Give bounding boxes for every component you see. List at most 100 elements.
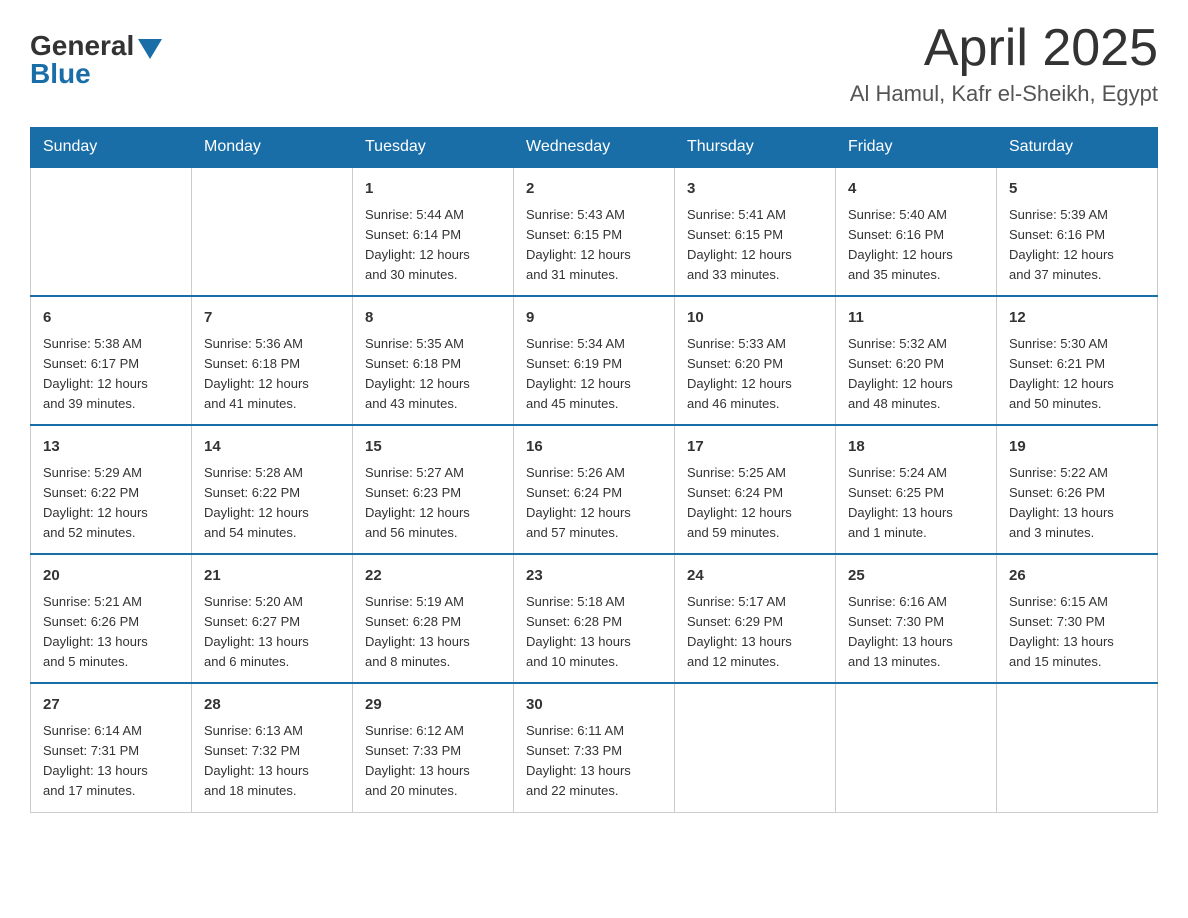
calendar-cell: 29 Sunrise: 6:12 AM Sunset: 7:33 PM Dayli… <box>353 683 514 812</box>
day-number: 23 <box>526 565 662 588</box>
day-info: Sunrise: 5:19 AM Sunset: 6:28 PM Dayligh… <box>365 592 501 673</box>
calendar-cell: 24 Sunrise: 5:17 AM Sunset: 6:29 PM Dayli… <box>675 554 836 683</box>
calendar-cell: 22 Sunrise: 5:19 AM Sunset: 6:28 PM Dayli… <box>353 554 514 683</box>
day-info: Sunrise: 6:11 AM Sunset: 7:33 PM Dayligh… <box>526 721 662 802</box>
day-info: Sunrise: 5:43 AM Sunset: 6:15 PM Dayligh… <box>526 205 662 286</box>
day-info: Sunrise: 5:33 AM Sunset: 6:20 PM Dayligh… <box>687 334 823 415</box>
calendar-cell: 14 Sunrise: 5:28 AM Sunset: 6:22 PM Dayli… <box>192 425 353 554</box>
day-number: 25 <box>848 565 984 588</box>
calendar-header-day: Saturday <box>997 128 1158 168</box>
calendar-cell <box>997 683 1158 812</box>
calendar-cell: 2 Sunrise: 5:43 AM Sunset: 6:15 PM Daylig… <box>514 167 675 296</box>
day-info: Sunrise: 6:13 AM Sunset: 7:32 PM Dayligh… <box>204 721 340 802</box>
calendar-cell: 3Sunrise: 5:41 AM Sunset: 6:15 PM Daylig… <box>675 167 836 296</box>
calendar-week-row: 1Sunrise: 5:44 AM Sunset: 6:14 PM Daylig… <box>31 167 1158 296</box>
calendar-cell: 7 Sunrise: 5:36 AM Sunset: 6:18 PM Daylig… <box>192 296 353 425</box>
day-info: Sunrise: 5:36 AM Sunset: 6:18 PM Dayligh… <box>204 334 340 415</box>
calendar-cell: 13 Sunrise: 5:29 AM Sunset: 6:22 PM Dayli… <box>31 425 192 554</box>
day-number: 19 <box>1009 436 1145 459</box>
day-info: Sunrise: 5:26 AM Sunset: 6:24 PM Dayligh… <box>526 463 662 544</box>
calendar-cell: 19Sunrise: 5:22 AM Sunset: 6:26 PM Dayli… <box>997 425 1158 554</box>
day-number: 24 <box>687 565 823 588</box>
day-info: Sunrise: 5:39 AM Sunset: 6:16 PM Dayligh… <box>1009 205 1145 286</box>
day-info: Sunrise: 5:25 AM Sunset: 6:24 PM Dayligh… <box>687 463 823 544</box>
day-number: 7 <box>204 307 340 330</box>
calendar-week-row: 20 Sunrise: 5:21 AM Sunset: 6:26 PM Dayli… <box>31 554 1158 683</box>
day-info: Sunrise: 5:28 AM Sunset: 6:22 PM Dayligh… <box>204 463 340 544</box>
day-info: Sunrise: 5:40 AM Sunset: 6:16 PM Dayligh… <box>848 205 984 286</box>
calendar-cell <box>192 167 353 296</box>
calendar-cell: 26 Sunrise: 6:15 AM Sunset: 7:30 PM Dayli… <box>997 554 1158 683</box>
logo-blue-text: Blue <box>30 58 91 90</box>
main-title: April 2025 <box>850 20 1158 77</box>
day-info: Sunrise: 6:15 AM Sunset: 7:30 PM Dayligh… <box>1009 592 1145 673</box>
calendar-cell: 4Sunrise: 5:40 AM Sunset: 6:16 PM Daylig… <box>836 167 997 296</box>
calendar-week-row: 13 Sunrise: 5:29 AM Sunset: 6:22 PM Dayli… <box>31 425 1158 554</box>
day-number: 28 <box>204 694 340 717</box>
title-block: April 2025 Al Hamul, Kafr el-Sheikh, Egy… <box>850 20 1158 107</box>
calendar-header-day: Thursday <box>675 128 836 168</box>
day-number: 5 <box>1009 178 1145 201</box>
day-info: Sunrise: 5:21 AM Sunset: 6:26 PM Dayligh… <box>43 592 179 673</box>
day-number: 6 <box>43 307 179 330</box>
day-number: 8 <box>365 307 501 330</box>
day-number: 17 <box>687 436 823 459</box>
day-number: 11 <box>848 307 984 330</box>
calendar-header-row: SundayMondayTuesdayWednesdayThursdayFrid… <box>31 128 1158 168</box>
calendar-cell: 25 Sunrise: 6:16 AM Sunset: 7:30 PM Dayli… <box>836 554 997 683</box>
calendar-cell: 10 Sunrise: 5:33 AM Sunset: 6:20 PM Dayli… <box>675 296 836 425</box>
calendar-week-row: 6 Sunrise: 5:38 AM Sunset: 6:17 PM Daylig… <box>31 296 1158 425</box>
day-info: Sunrise: 5:17 AM Sunset: 6:29 PM Dayligh… <box>687 592 823 673</box>
calendar-cell: 20 Sunrise: 5:21 AM Sunset: 6:26 PM Dayli… <box>31 554 192 683</box>
day-number: 2 <box>526 178 662 201</box>
calendar-cell: 5 Sunrise: 5:39 AM Sunset: 6:16 PM Daylig… <box>997 167 1158 296</box>
day-info: Sunrise: 5:24 AM Sunset: 6:25 PM Dayligh… <box>848 463 984 544</box>
day-number: 29 <box>365 694 501 717</box>
day-info: Sunrise: 5:32 AM Sunset: 6:20 PM Dayligh… <box>848 334 984 415</box>
calendar-cell <box>836 683 997 812</box>
day-number: 10 <box>687 307 823 330</box>
calendar-cell: 6 Sunrise: 5:38 AM Sunset: 6:17 PM Daylig… <box>31 296 192 425</box>
day-info: Sunrise: 5:18 AM Sunset: 6:28 PM Dayligh… <box>526 592 662 673</box>
calendar-cell: 18 Sunrise: 5:24 AM Sunset: 6:25 PM Dayli… <box>836 425 997 554</box>
day-number: 14 <box>204 436 340 459</box>
calendar-header-day: Friday <box>836 128 997 168</box>
calendar-cell: 9Sunrise: 5:34 AM Sunset: 6:19 PM Daylig… <box>514 296 675 425</box>
calendar-cell: 27 Sunrise: 6:14 AM Sunset: 7:31 PM Dayli… <box>31 683 192 812</box>
day-info: Sunrise: 6:14 AM Sunset: 7:31 PM Dayligh… <box>43 721 179 802</box>
day-number: 16 <box>526 436 662 459</box>
day-number: 9 <box>526 307 662 330</box>
day-info: Sunrise: 5:20 AM Sunset: 6:27 PM Dayligh… <box>204 592 340 673</box>
calendar-week-row: 27 Sunrise: 6:14 AM Sunset: 7:31 PM Dayli… <box>31 683 1158 812</box>
day-info: Sunrise: 5:41 AM Sunset: 6:15 PM Dayligh… <box>687 205 823 286</box>
day-info: Sunrise: 6:16 AM Sunset: 7:30 PM Dayligh… <box>848 592 984 673</box>
day-number: 13 <box>43 436 179 459</box>
calendar-cell: 17 Sunrise: 5:25 AM Sunset: 6:24 PM Dayli… <box>675 425 836 554</box>
calendar-table: SundayMondayTuesdayWednesdayThursdayFrid… <box>30 127 1158 812</box>
calendar-cell: 23 Sunrise: 5:18 AM Sunset: 6:28 PM Dayli… <box>514 554 675 683</box>
day-number: 21 <box>204 565 340 588</box>
day-info: Sunrise: 5:35 AM Sunset: 6:18 PM Dayligh… <box>365 334 501 415</box>
day-info: Sunrise: 5:29 AM Sunset: 6:22 PM Dayligh… <box>43 463 179 544</box>
day-info: Sunrise: 5:38 AM Sunset: 6:17 PM Dayligh… <box>43 334 179 415</box>
calendar-cell: 16 Sunrise: 5:26 AM Sunset: 6:24 PM Dayli… <box>514 425 675 554</box>
calendar-cell: 30 Sunrise: 6:11 AM Sunset: 7:33 PM Dayli… <box>514 683 675 812</box>
day-number: 18 <box>848 436 984 459</box>
calendar-header-day: Tuesday <box>353 128 514 168</box>
calendar-cell: 15 Sunrise: 5:27 AM Sunset: 6:23 PM Dayli… <box>353 425 514 554</box>
day-info: Sunrise: 6:12 AM Sunset: 7:33 PM Dayligh… <box>365 721 501 802</box>
day-info: Sunrise: 5:27 AM Sunset: 6:23 PM Dayligh… <box>365 463 501 544</box>
day-number: 20 <box>43 565 179 588</box>
day-number: 15 <box>365 436 501 459</box>
calendar-header-day: Wednesday <box>514 128 675 168</box>
day-number: 22 <box>365 565 501 588</box>
calendar-cell: 12Sunrise: 5:30 AM Sunset: 6:21 PM Dayli… <box>997 296 1158 425</box>
day-number: 27 <box>43 694 179 717</box>
calendar-header-day: Monday <box>192 128 353 168</box>
calendar-cell <box>31 167 192 296</box>
day-number: 26 <box>1009 565 1145 588</box>
day-number: 30 <box>526 694 662 717</box>
logo: General Blue <box>30 20 162 90</box>
day-number: 1 <box>365 178 501 201</box>
calendar-cell: 21 Sunrise: 5:20 AM Sunset: 6:27 PM Dayli… <box>192 554 353 683</box>
